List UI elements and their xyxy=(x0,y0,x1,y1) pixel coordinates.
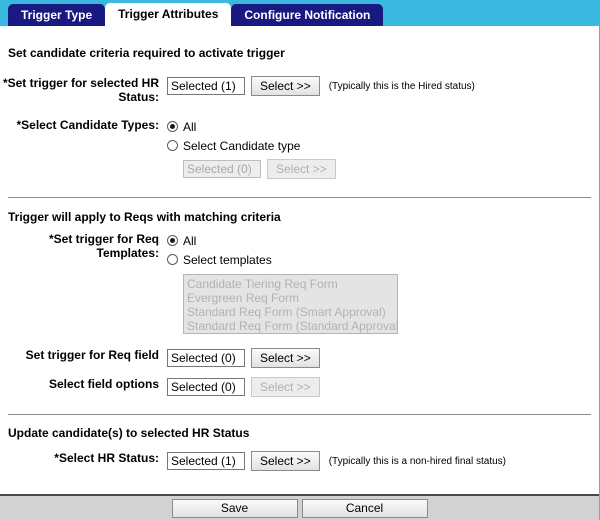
list-item: Standard Req Form (Standard Approval) xyxy=(187,319,398,333)
radio-req-templates-all[interactable]: All xyxy=(167,232,398,249)
label-select-hr-status: *Select HR Status: xyxy=(54,451,159,465)
label-set-trigger-req-field: Set trigger for Req field xyxy=(25,348,159,362)
trigger-attributes-window: Trigger Type Trigger Attributes Configur… xyxy=(0,0,600,520)
tab-bar: Trigger Type Trigger Attributes Configur… xyxy=(0,0,599,26)
label-select-field-options: Select field options xyxy=(48,377,159,391)
row-set-trigger-hr-status: *Set trigger for selected HR Status: Sel… xyxy=(0,76,599,104)
radio-label: All xyxy=(183,233,197,248)
tab-label: Trigger Type xyxy=(21,8,93,22)
radio-button-icon[interactable] xyxy=(167,254,178,265)
tab-trigger-attributes[interactable]: Trigger Attributes xyxy=(105,3,232,26)
section-title-candidate-criteria: Set candidate criteria required to activ… xyxy=(8,46,285,60)
select-hr-status-input[interactable] xyxy=(167,452,245,470)
tab-trigger-type[interactable]: Trigger Type xyxy=(8,4,106,26)
footer-bar: Save Cancel xyxy=(0,494,599,520)
tab-label: Trigger Attributes xyxy=(118,7,219,21)
radio-req-templates-select[interactable]: Select templates xyxy=(167,251,398,268)
req-templates-listbox: Candidate Tiering Req Form Evergreen Req… xyxy=(183,274,398,334)
list-item: Evergreen Req Form xyxy=(187,291,300,305)
set-trigger-hr-status-select-button[interactable]: Select >> xyxy=(251,76,320,96)
row-set-trigger-req-templates: *Set trigger for Req Templates: All Sele… xyxy=(0,232,599,334)
set-trigger-req-field-input[interactable] xyxy=(167,349,245,367)
list-item: Candidate Tiering Req Form xyxy=(187,277,338,291)
radio-label: Select templates xyxy=(183,252,272,267)
label-set-trigger-hr-status: *Set trigger for selected HR Status: xyxy=(2,76,159,104)
select-hr-status-select-button[interactable]: Select >> xyxy=(251,451,320,471)
list-item: Standard Req Form (Smart Approval) xyxy=(187,305,386,319)
radio-candidate-types-all[interactable]: All xyxy=(167,118,336,135)
candidate-type-input xyxy=(183,160,261,178)
tab-configure-notification[interactable]: Configure Notification xyxy=(231,4,384,26)
radio-button-icon[interactable] xyxy=(167,121,178,132)
select-field-options-select-button: Select >> xyxy=(251,377,320,397)
section-title-req-criteria: Trigger will apply to Reqs with matching… xyxy=(8,210,281,224)
candidate-types-radio-group: All Select Candidate type Select >> xyxy=(167,118,336,179)
set-trigger-hr-status-input[interactable] xyxy=(167,77,245,95)
set-trigger-hr-status-hint: (Typically this is the Hired status) xyxy=(328,80,475,92)
radio-label: Select Candidate type xyxy=(183,138,301,153)
radio-button-icon[interactable] xyxy=(167,140,178,151)
form-content: Set candidate criteria required to activ… xyxy=(0,26,599,494)
label-set-trigger-req-templates: *Set trigger for Req Templates: xyxy=(48,232,159,260)
section-title-update-candidates: Update candidate(s) to selected HR Statu… xyxy=(8,426,250,440)
row-set-trigger-req-field: Set trigger for Req field Select >> xyxy=(0,348,599,368)
select-hr-status-hint: (Typically this is a non-hired final sta… xyxy=(328,455,506,467)
tab-label: Configure Notification xyxy=(244,8,371,22)
req-templates-radio-group: All Select templates Candidate Tiering R… xyxy=(167,232,398,334)
set-trigger-req-field-select-button[interactable]: Select >> xyxy=(251,348,320,368)
label-select-candidate-types: *Select Candidate Types: xyxy=(16,118,160,132)
radio-label: All xyxy=(183,119,197,134)
save-button[interactable]: Save xyxy=(171,498,298,518)
candidate-type-select-button: Select >> xyxy=(267,159,336,179)
select-field-options-input[interactable] xyxy=(167,378,245,396)
radio-candidate-types-select[interactable]: Select Candidate type xyxy=(167,137,336,154)
row-select-hr-status: *Select HR Status: Select >> (Typically … xyxy=(0,451,599,471)
radio-button-icon[interactable] xyxy=(167,235,178,246)
cancel-button[interactable]: Cancel xyxy=(301,498,428,518)
row-select-field-options: Select field options Select >> xyxy=(0,377,599,397)
candidate-type-picker: Select >> xyxy=(183,159,336,179)
row-select-candidate-types: *Select Candidate Types: All Select Cand… xyxy=(0,118,599,179)
